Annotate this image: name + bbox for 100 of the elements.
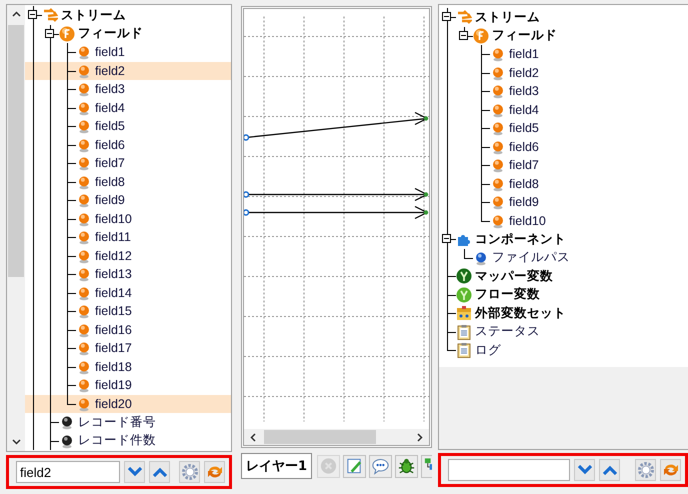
lettered-ball-icon [59, 26, 75, 42]
edit-button[interactable] [343, 454, 366, 478]
ball-icon [490, 157, 506, 174]
tree-item[interactable]: field6 [25, 136, 231, 154]
comment-icon [371, 456, 390, 476]
tree-item[interactable]: field2 [439, 64, 688, 82]
tree-item[interactable]: field1 [25, 43, 231, 62]
ball-icon [76, 340, 92, 356]
tree-item[interactable]: ストリーム [25, 6, 231, 24]
collapse-toggle[interactable] [442, 12, 451, 22]
tree-item[interactable]: field16 [25, 320, 231, 339]
tree-item[interactable]: field5 [439, 119, 688, 138]
ball-icon [473, 250, 489, 266]
ball-icon [76, 118, 92, 134]
ball-icon [76, 248, 92, 264]
ball-icon [76, 81, 92, 98]
tree-item[interactable]: レコード件数 [25, 432, 231, 450]
tree-item[interactable]: field12 [25, 246, 231, 265]
previous-button[interactable] [149, 461, 170, 483]
tree-item[interactable]: field4 [25, 98, 231, 117]
tree-item[interactable]: 外部変数セット [439, 304, 688, 322]
next-button[interactable] [574, 459, 595, 481]
tree-item[interactable]: field1 [439, 45, 688, 64]
fork-circle-icon [456, 268, 472, 284]
lettered-ball-icon [473, 28, 489, 44]
tree-item[interactable]: ログ [439, 341, 688, 360]
ball-icon [76, 136, 92, 153]
ball-icon [76, 62, 92, 79]
tree-item[interactable]: ストリーム [439, 8, 688, 26]
tree-item[interactable]: field6 [439, 138, 688, 156]
tree-item[interactable]: フロー変数 [439, 286, 688, 304]
ball-icon [76, 155, 92, 172]
ball-icon [76, 174, 92, 190]
search-field[interactable] [448, 459, 570, 481]
tree-item[interactable]: ファイルパス [439, 248, 688, 267]
scrollbar-thumb[interactable] [8, 25, 24, 277]
double-arrow-icon [42, 7, 58, 24]
ball-icon [490, 194, 506, 210]
tree-item[interactable]: field7 [439, 156, 688, 174]
tree-item[interactable]: field13 [25, 265, 231, 284]
tree-item[interactable]: field5 [25, 117, 231, 136]
tree-item[interactable]: マッパー変数 [439, 267, 688, 286]
comment-button[interactable] [369, 454, 392, 478]
chest-icon [456, 305, 472, 322]
settings-button[interactable] [179, 461, 200, 483]
tree-item[interactable]: field8 [439, 174, 688, 193]
double-arrow-icon [456, 9, 472, 26]
ball-icon [490, 120, 506, 136]
tree-item[interactable]: field15 [25, 302, 231, 320]
connector-arrow[interactable] [244, 112, 428, 141]
tree-item[interactable]: field4 [439, 100, 688, 119]
collapse-toggle[interactable] [45, 28, 54, 38]
tree-item[interactable]: フィールド [25, 24, 231, 43]
chevron-up-icon [602, 464, 618, 476]
bug-button[interactable] [395, 454, 418, 478]
connector-arrow[interactable] [244, 188, 428, 202]
tree-item[interactable]: field20 [25, 394, 231, 413]
ball-icon [76, 100, 92, 116]
tree-item[interactable]: field7 [25, 154, 231, 172]
tree-item[interactable]: field9 [439, 193, 688, 212]
tree-item[interactable]: field18 [25, 358, 231, 376]
previous-button[interactable] [599, 459, 620, 481]
scrollbar-thumb[interactable] [264, 430, 376, 444]
next-button[interactable] [124, 461, 145, 483]
tree-item[interactable]: field8 [25, 172, 231, 191]
tree-item[interactable]: コンポーネント [439, 230, 688, 248]
ball-icon [76, 396, 92, 412]
ball-icon [490, 102, 506, 118]
layer-tab[interactable]: レイヤー1 [241, 453, 312, 479]
chevron-up-icon [152, 466, 168, 478]
ball-icon [490, 176, 506, 192]
tree-item[interactable]: field17 [25, 339, 231, 358]
tree-item[interactable]: field9 [25, 191, 231, 210]
tree-item[interactable]: フィールド [439, 26, 688, 45]
tree-item[interactable]: field11 [25, 228, 231, 246]
ball-icon [490, 212, 506, 229]
ball-icon [76, 192, 92, 208]
connector-arrow[interactable] [244, 206, 428, 220]
tree-item[interactable]: field3 [25, 80, 231, 98]
tree-item[interactable]: field2 [25, 62, 231, 80]
tree-item[interactable]: field10 [25, 210, 231, 228]
search-field[interactable]: field2 [16, 461, 120, 483]
tree-item[interactable]: レコード番号 [25, 413, 231, 432]
ball-icon [490, 46, 506, 62]
collapse-toggle[interactable] [28, 10, 37, 20]
tree-item[interactable]: field19 [25, 376, 231, 394]
chevron-down-icon [576, 464, 592, 476]
collapse-toggle[interactable] [442, 234, 451, 244]
collapse-toggle[interactable] [459, 30, 468, 40]
chevron-up-icon [12, 11, 20, 17]
fork-circle-icon [456, 286, 472, 303]
tree-item[interactable]: field10 [439, 212, 688, 230]
tree-item[interactable]: field3 [439, 82, 688, 100]
refresh-button[interactable] [204, 461, 225, 483]
ball-icon [76, 303, 92, 320]
tree-item[interactable]: field14 [25, 284, 231, 302]
settings-button[interactable] [635, 459, 656, 481]
ball-icon [76, 44, 92, 60]
tree-item[interactable]: ステータス [439, 322, 688, 341]
refresh-button[interactable] [660, 459, 681, 481]
